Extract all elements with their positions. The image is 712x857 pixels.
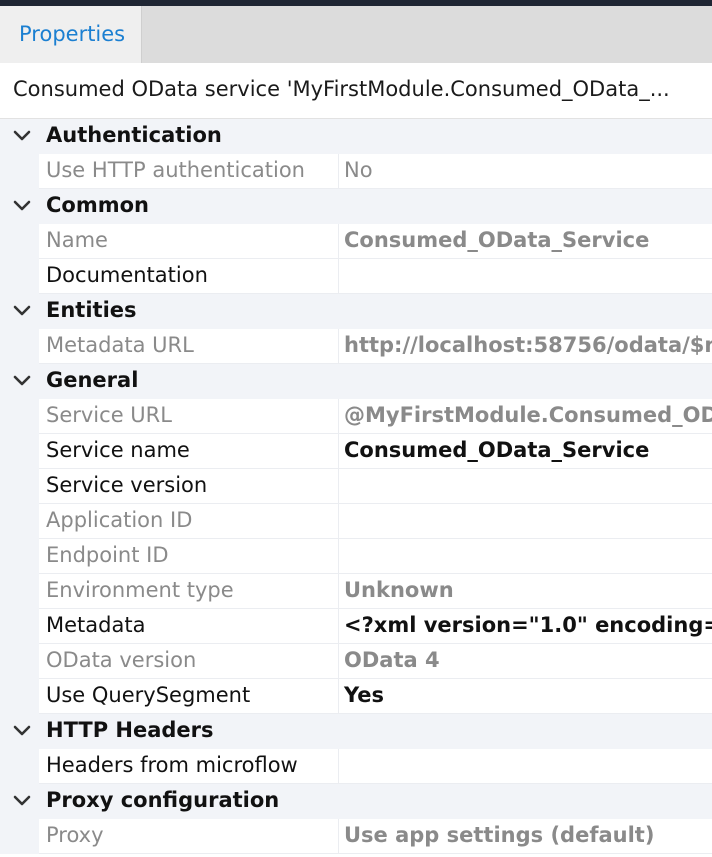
property-name: Metadata <box>39 609 339 644</box>
property-row[interactable]: Service URL@MyFirstModule.Consumed_OData… <box>0 399 712 434</box>
row-gutter <box>0 259 39 294</box>
row-gutter <box>0 399 39 434</box>
property-row[interactable]: Service version <box>0 469 712 504</box>
row-gutter <box>0 539 39 574</box>
property-value[interactable]: http://localhost:58756/odata/$metadata <box>339 329 712 364</box>
property-name: Headers from microflow <box>39 749 339 784</box>
row-gutter <box>0 679 39 714</box>
category-row[interactable]: Entities <box>0 294 712 329</box>
property-grid: Authentication Use HTTP authentication No C… <box>0 119 712 854</box>
category-row[interactable]: HTTP Headers <box>0 714 712 749</box>
property-row[interactable]: Documentation <box>0 259 712 294</box>
chevron-down-icon[interactable] <box>10 194 34 218</box>
category-label: Authentication <box>46 123 222 147</box>
property-value[interactable]: Consumed_OData_Service <box>339 224 712 259</box>
chevron-down-icon[interactable] <box>10 719 34 743</box>
property-value[interactable] <box>339 749 712 784</box>
row-gutter <box>0 609 39 644</box>
property-row[interactable]: Name Consumed_OData_Service <box>0 224 712 259</box>
chevron-down-icon[interactable] <box>10 369 34 393</box>
chevron-down-icon[interactable] <box>10 124 34 148</box>
properties-header: Consumed OData service 'MyFirstModule.Co… <box>0 63 712 119</box>
row-gutter <box>0 329 39 364</box>
property-name: Service URL <box>39 399 339 434</box>
property-name: Environment type <box>39 574 339 609</box>
category-label: Common <box>46 193 149 217</box>
row-gutter <box>0 574 39 609</box>
property-value[interactable]: Use app settings (default) <box>339 819 712 854</box>
property-name: Endpoint ID <box>39 539 339 574</box>
property-value[interactable]: No <box>339 154 712 189</box>
property-row[interactable]: Proxy Use app settings (default) <box>0 819 712 854</box>
property-name: OData version <box>39 644 339 679</box>
property-value[interactable] <box>339 504 712 539</box>
tab-properties[interactable]: Properties <box>0 6 142 63</box>
chevron-down-icon[interactable] <box>10 299 34 323</box>
category-row[interactable]: Proxy configuration <box>0 784 712 819</box>
property-row[interactable]: OData version OData 4 <box>0 644 712 679</box>
category-row[interactable]: Common <box>0 189 712 224</box>
property-row[interactable]: Endpoint ID <box>0 539 712 574</box>
category-row[interactable]: Authentication <box>0 119 712 154</box>
property-row[interactable]: Metadata URL http://localhost:58756/odata… <box>0 329 712 364</box>
category-label: General <box>46 368 139 392</box>
chevron-down-icon[interactable] <box>10 789 34 813</box>
category-label: Proxy configuration <box>46 788 280 812</box>
row-gutter <box>0 749 39 784</box>
row-gutter <box>0 224 39 259</box>
properties-window: Properties Consumed OData service 'MyFir… <box>0 0 712 857</box>
category-label: HTTP Headers <box>46 718 214 742</box>
category-label: Entities <box>46 298 137 322</box>
property-row[interactable]: Headers from microflow <box>0 749 712 784</box>
tab-bar: Properties <box>0 6 712 63</box>
property-row[interactable]: Metadata<?xml version="1.0" encoding="ut… <box>0 609 712 644</box>
property-value[interactable]: <?xml version="1.0" encoding="utf-8"?> <box>339 609 712 644</box>
row-gutter <box>0 469 39 504</box>
tab-properties-label: Properties <box>19 22 126 46</box>
property-name: Proxy <box>39 819 339 854</box>
property-value[interactable] <box>339 539 712 574</box>
property-name: Use QuerySegment <box>39 679 339 714</box>
property-value[interactable] <box>339 469 712 504</box>
row-gutter <box>0 819 39 854</box>
property-name: Documentation <box>39 259 339 294</box>
property-name: Name <box>39 224 339 259</box>
property-value[interactable]: Yes <box>339 679 712 714</box>
property-value[interactable]: Consumed_OData_Service <box>339 434 712 469</box>
row-gutter <box>0 434 39 469</box>
property-row[interactable]: Use HTTP authentication No <box>0 154 712 189</box>
property-value[interactable]: @MyFirstModule.Consumed_OData_Service_Lo… <box>339 399 712 434</box>
property-name: Metadata URL <box>39 329 339 364</box>
property-value[interactable]: Unknown <box>339 574 712 609</box>
property-value[interactable]: OData 4 <box>339 644 712 679</box>
property-row[interactable]: Application ID <box>0 504 712 539</box>
property-name: Service name <box>39 434 339 469</box>
category-row[interactable]: General <box>0 364 712 399</box>
property-name: Application ID <box>39 504 339 539</box>
property-name: Use HTTP authentication <box>39 154 339 189</box>
property-value[interactable] <box>339 259 712 294</box>
row-gutter <box>0 644 39 679</box>
property-row[interactable]: Use QuerySegment Yes <box>0 679 712 714</box>
property-row[interactable]: Environment type Unknown <box>0 574 712 609</box>
property-name: Service version <box>39 469 339 504</box>
row-gutter <box>0 504 39 539</box>
row-gutter <box>0 154 39 189</box>
selected-object-title: Consumed OData service 'MyFirstModule.Co… <box>13 77 670 101</box>
property-row[interactable]: Service name Consumed_OData_Service <box>0 434 712 469</box>
